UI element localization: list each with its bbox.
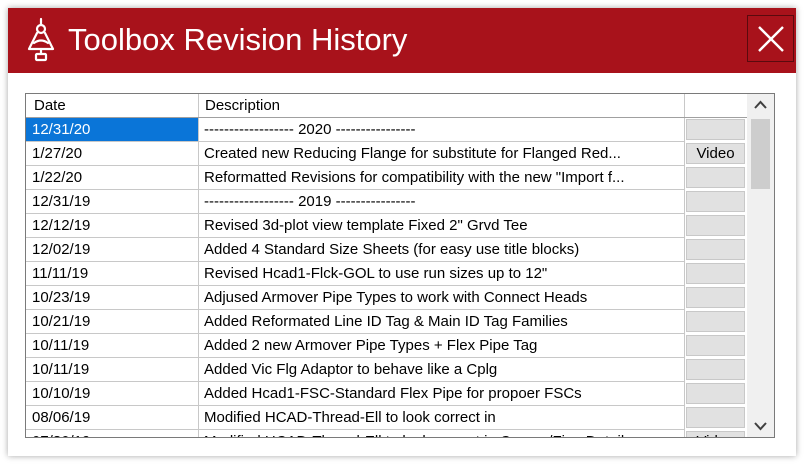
column-header-description[interactable]: Description [199, 94, 685, 117]
date-cell[interactable]: 10/11/19 [26, 334, 199, 358]
date-cell[interactable]: 1/22/20 [26, 166, 199, 190]
chevron-down-icon [754, 422, 767, 431]
scroll-up-button[interactable] [747, 94, 774, 116]
column-header-date[interactable]: Date [26, 94, 199, 117]
video-button[interactable] [686, 215, 745, 236]
video-button[interactable] [686, 191, 745, 212]
table-row[interactable]: 10/11/19 Added 2 new Armover Pipe Types +… [26, 334, 747, 358]
date-cell[interactable]: 07/30/19 [26, 430, 199, 437]
video-button[interactable] [686, 359, 745, 380]
toolbox-logo-icon [27, 17, 55, 62]
date-cell[interactable]: 10/11/19 [26, 358, 199, 382]
table-row[interactable]: 11/11/19 Revised Hcad1-Flck-GOL to use ru… [26, 262, 747, 286]
table-row[interactable]: 1/27/20 Created new Reducing Flange for s… [26, 142, 747, 166]
date-cell[interactable]: 12/31/20 [26, 118, 199, 142]
title-bar: Toolbox Revision History [8, 8, 796, 73]
vertical-scrollbar[interactable] [747, 94, 774, 437]
video-button[interactable] [686, 383, 745, 404]
video-button[interactable] [686, 287, 745, 308]
table-row[interactable]: 08/06/19 Modified HCAD-Thread-Ell to look… [26, 406, 747, 430]
description-cell[interactable]: Added Reformated Line ID Tag & Main ID T… [199, 310, 685, 334]
revision-grid: Date Description 12/31/20 ---------------… [25, 93, 775, 438]
video-button[interactable] [686, 335, 745, 356]
date-cell[interactable]: 12/12/19 [26, 214, 199, 238]
grid-viewport: Date Description 12/31/20 ---------------… [26, 94, 747, 437]
description-cell[interactable]: Revised 3d-plot view template Fixed 2" G… [199, 214, 685, 238]
description-cell[interactable]: Added Hcad1-FSC-Standard Flex Pipe for p… [199, 382, 685, 406]
table-row[interactable]: 12/31/19 ------------------ 2019 --------… [26, 190, 747, 214]
description-cell[interactable]: Modified HCAD-Thread-Ell to look correct… [199, 430, 685, 437]
date-cell[interactable]: 08/06/19 [26, 406, 199, 430]
video-button[interactable] [686, 311, 745, 332]
table-row[interactable]: 1/22/20 Reformatted Revisions for compati… [26, 166, 747, 190]
video-button[interactable]: Video [686, 431, 745, 437]
description-cell[interactable]: Added 2 new Armover Pipe Types + Flex Pi… [199, 334, 685, 358]
scroll-down-button[interactable] [747, 415, 774, 437]
table-row[interactable]: 07/30/19Modified HCAD-Thread-Ell to look… [26, 430, 747, 437]
close-button[interactable] [747, 15, 794, 62]
date-cell[interactable]: 1/27/20 [26, 142, 199, 166]
video-button[interactable] [686, 239, 745, 260]
date-cell[interactable]: 12/31/19 [26, 190, 199, 214]
description-cell[interactable]: Adjused Armover Pipe Types to work with … [199, 286, 685, 310]
description-cell[interactable]: Added Vic Flg Adaptor to behave like a C… [199, 358, 685, 382]
window-title: Toolbox Revision History [68, 22, 408, 57]
table-row[interactable]: 12/12/19 Revised 3d-plot view template Fi… [26, 214, 747, 238]
close-icon [758, 26, 784, 52]
grid-header: Date Description [26, 94, 747, 118]
video-button[interactable] [686, 119, 745, 140]
description-cell[interactable]: Added 4 Standard Size Sheets (for easy u… [199, 238, 685, 262]
date-cell[interactable]: 10/21/19 [26, 310, 199, 334]
scroll-thumb[interactable] [751, 119, 770, 189]
table-row[interactable]: 12/31/20 ------------------ 2020 --------… [26, 118, 747, 142]
table-row[interactable]: 10/10/19 Added Hcad1-FSC-Standard Flex Pi… [26, 382, 747, 406]
description-cell[interactable]: ------------------ 2019 ---------------- [199, 190, 685, 214]
description-cell[interactable]: Modified HCAD-Thread-Ell to look correct… [199, 406, 685, 430]
video-button[interactable] [686, 263, 745, 284]
description-cell[interactable]: ------------------ 2020 ---------------- [199, 118, 685, 142]
chevron-up-icon [754, 100, 767, 109]
video-button[interactable]: Video [686, 143, 745, 164]
description-cell[interactable]: Created new Reducing Flange for substitu… [199, 142, 685, 166]
table-row[interactable]: 10/23/19 Adjused Armover Pipe Types to wo… [26, 286, 747, 310]
video-button[interactable] [686, 167, 745, 188]
table-row[interactable]: 12/02/19 Added 4 Standard Size Sheets (fo… [26, 238, 747, 262]
video-button[interactable] [686, 407, 745, 428]
description-cell[interactable]: Reformatted Revisions for compatibility … [199, 166, 685, 190]
grid-rows: 12/31/20 ------------------ 2020 --------… [26, 118, 747, 437]
date-cell[interactable]: 11/11/19 [26, 262, 199, 286]
date-cell[interactable]: 10/10/19 [26, 382, 199, 406]
column-header-action [685, 94, 747, 117]
table-row[interactable]: 10/21/19 Added Reformated Line ID Tag & M… [26, 310, 747, 334]
revision-history-window: Toolbox Revision History Date Descriptio… [8, 8, 796, 456]
date-cell[interactable]: 10/23/19 [26, 286, 199, 310]
table-row[interactable]: 10/11/19 Added Vic Flg Adaptor to behave … [26, 358, 747, 382]
description-cell[interactable]: Revised Hcad1-Flck-GOL to use run sizes … [199, 262, 685, 286]
date-cell[interactable]: 12/02/19 [26, 238, 199, 262]
